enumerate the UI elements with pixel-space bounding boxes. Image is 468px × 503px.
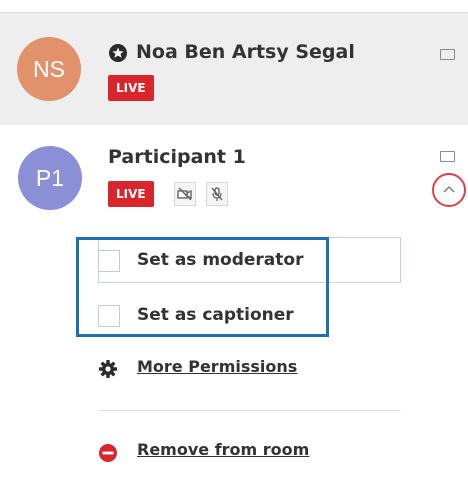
collapse-toggle[interactable] xyxy=(432,173,466,207)
more-permissions-link[interactable]: More Permissions xyxy=(98,355,318,383)
window-icon[interactable] xyxy=(440,151,455,162)
chevron-up-icon xyxy=(442,181,456,199)
permissions-highlight-box xyxy=(76,237,329,337)
participant-name: Noa Ben Artsy Segal xyxy=(136,41,355,63)
camera-off-icon xyxy=(174,182,196,206)
gear-icon xyxy=(98,359,118,379)
live-badge: LIVE xyxy=(108,181,154,207)
avatar: NS xyxy=(17,37,81,101)
live-badge: LIVE xyxy=(108,75,154,101)
remove-icon xyxy=(98,443,118,463)
participant-name: Participant 1 xyxy=(108,146,246,168)
moderator-icon xyxy=(108,43,128,63)
remove-from-room-link[interactable]: Remove from room xyxy=(98,438,328,466)
microphone-off-icon xyxy=(206,182,228,206)
remove-from-room-label: Remove from room xyxy=(137,440,310,459)
divider xyxy=(98,410,401,411)
more-permissions-label: More Permissions xyxy=(137,357,298,376)
avatar: P1 xyxy=(18,146,82,210)
window-icon[interactable] xyxy=(440,49,455,60)
participant-row[interactable]: NS Noa Ben Artsy Segal LIVE xyxy=(0,12,468,125)
participant-row[interactable]: P1 Participant 1 LIVE xyxy=(0,125,468,225)
